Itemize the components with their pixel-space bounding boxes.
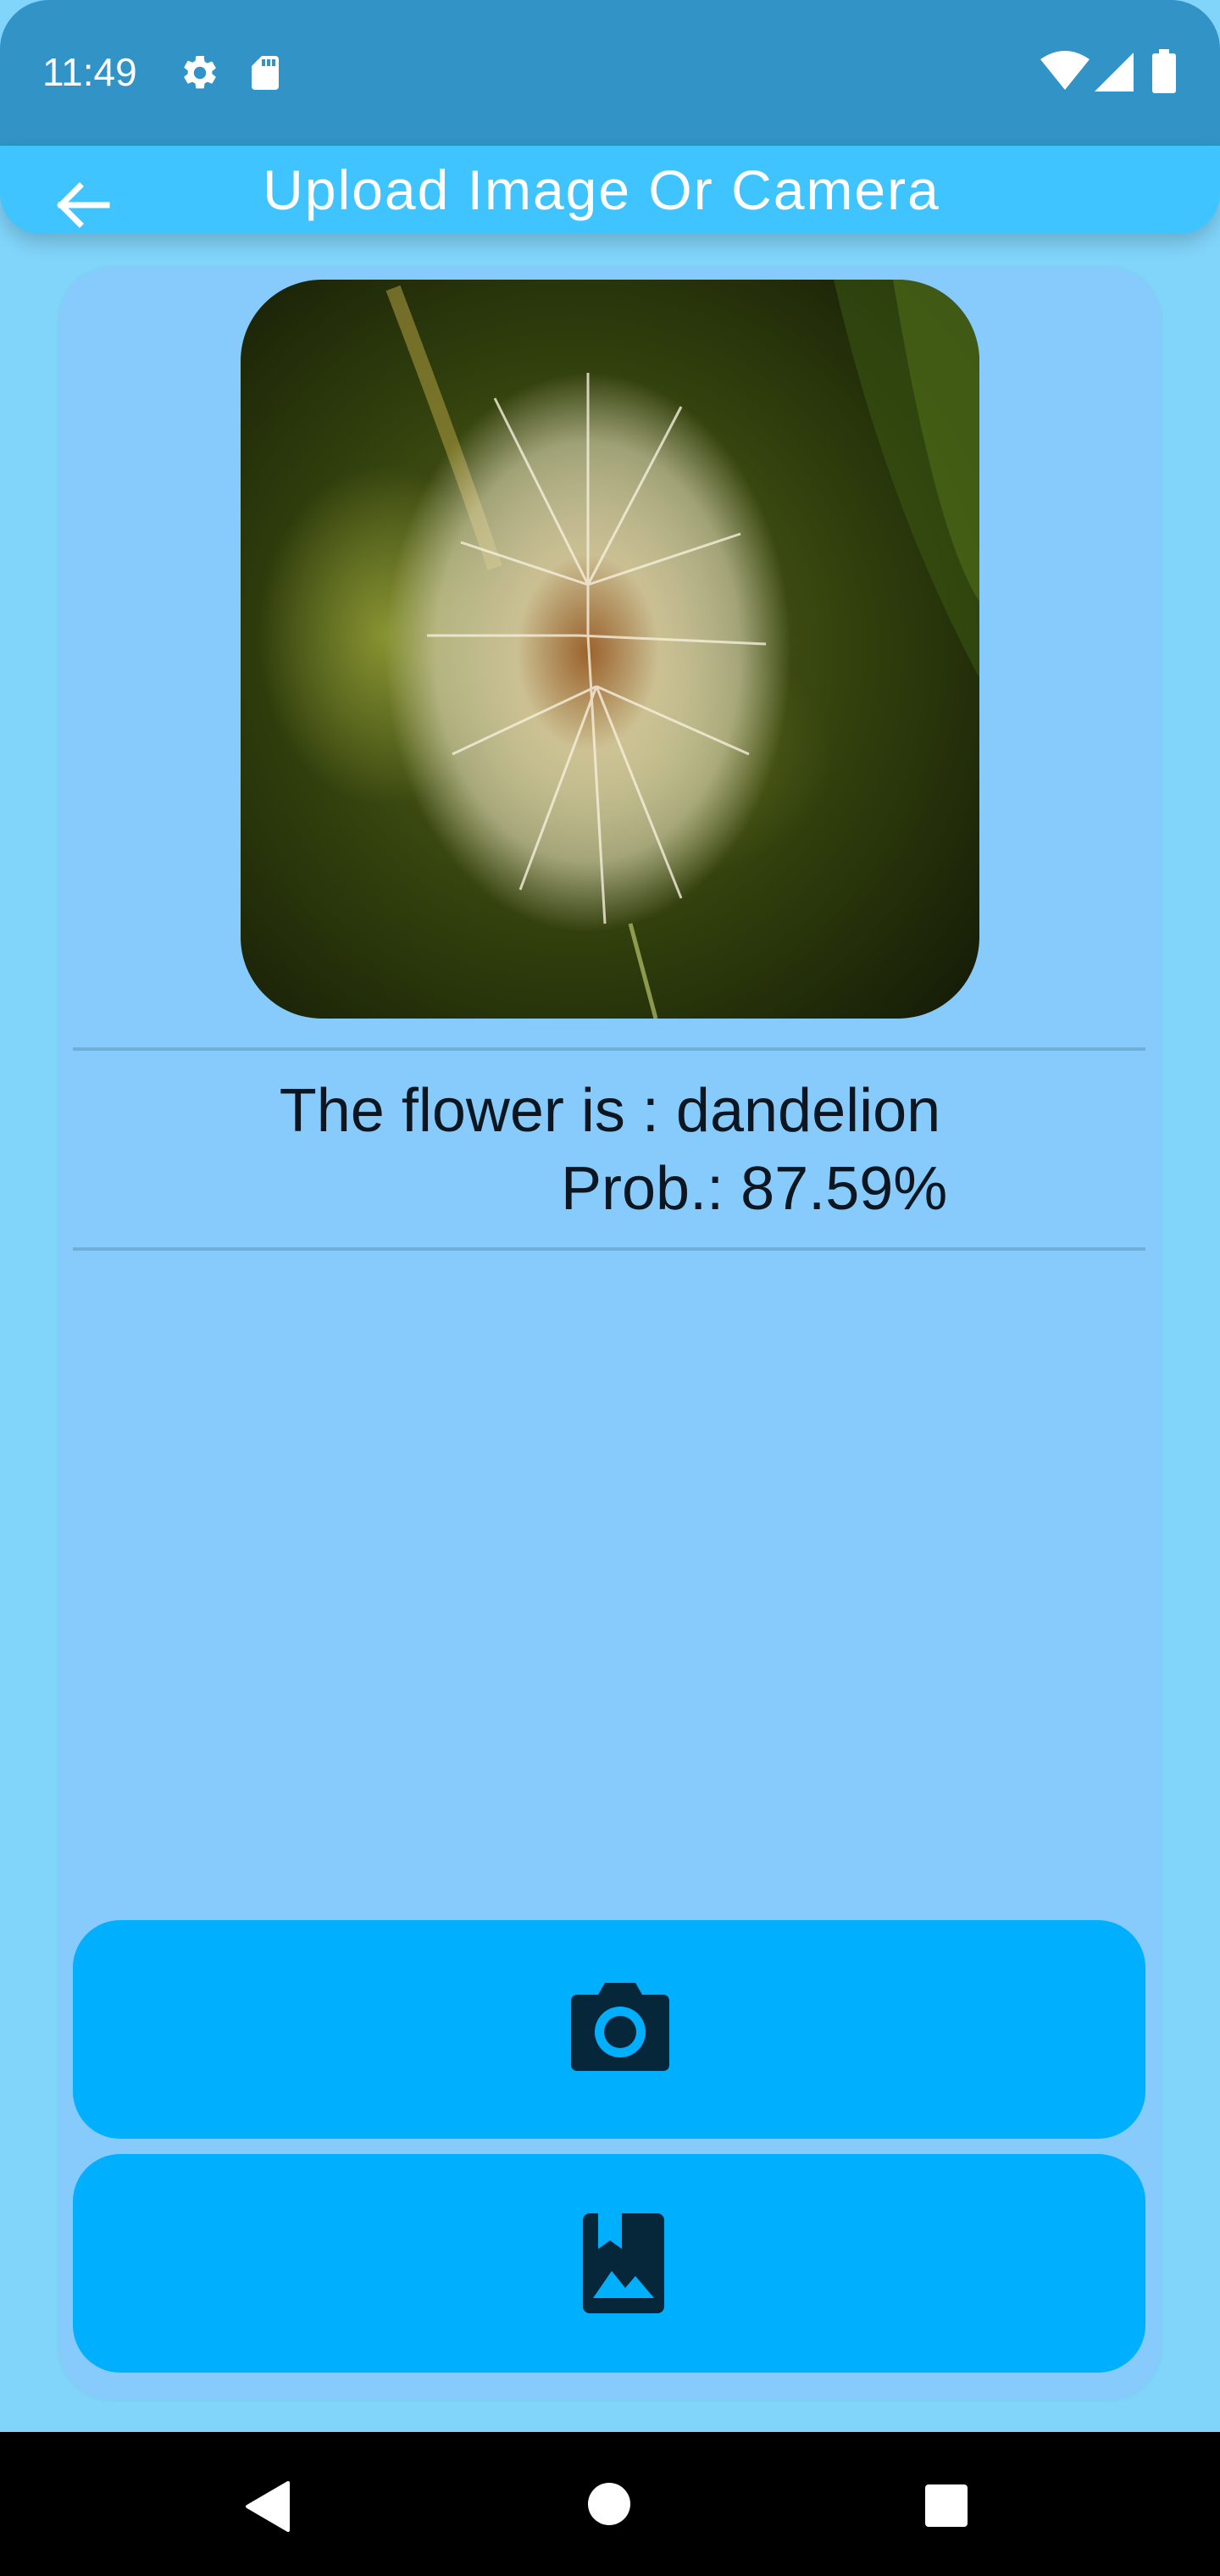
photo-album-icon: [583, 2213, 664, 2313]
page-title: Upload Image Or Camera: [263, 158, 940, 221]
sd-card-icon: [252, 56, 279, 90]
home-circle-icon[interactable]: [586, 2481, 632, 2527]
gear-icon: [184, 55, 216, 89]
status-time: 11:49: [42, 50, 137, 94]
cell-signal-icon: [1095, 53, 1134, 92]
battery-icon: [1152, 49, 1176, 93]
navigation-bar: [0, 2432, 1220, 2576]
divider: [73, 1047, 1145, 1051]
wifi-icon: [1040, 51, 1090, 90]
camera-icon: [571, 1983, 669, 2071]
divider: [73, 1247, 1145, 1251]
gallery-button[interactable]: [73, 2154, 1145, 2373]
content-card: The flower is : dandelion Prob.: 87.59%: [59, 268, 1161, 2400]
prediction-label: The flower is : dandelion: [279, 1077, 941, 1145]
probability-label: Prob.: 87.59%: [561, 1155, 948, 1223]
dandelion-photo: [241, 280, 979, 1019]
status-bar: 11:49: [0, 0, 1220, 146]
back-triangle-icon[interactable]: [244, 2481, 290, 2532]
camera-button[interactable]: [73, 1920, 1145, 2139]
app-bar: Upload Image Or Camera: [0, 146, 1220, 234]
recents-square-icon[interactable]: [925, 2484, 968, 2527]
